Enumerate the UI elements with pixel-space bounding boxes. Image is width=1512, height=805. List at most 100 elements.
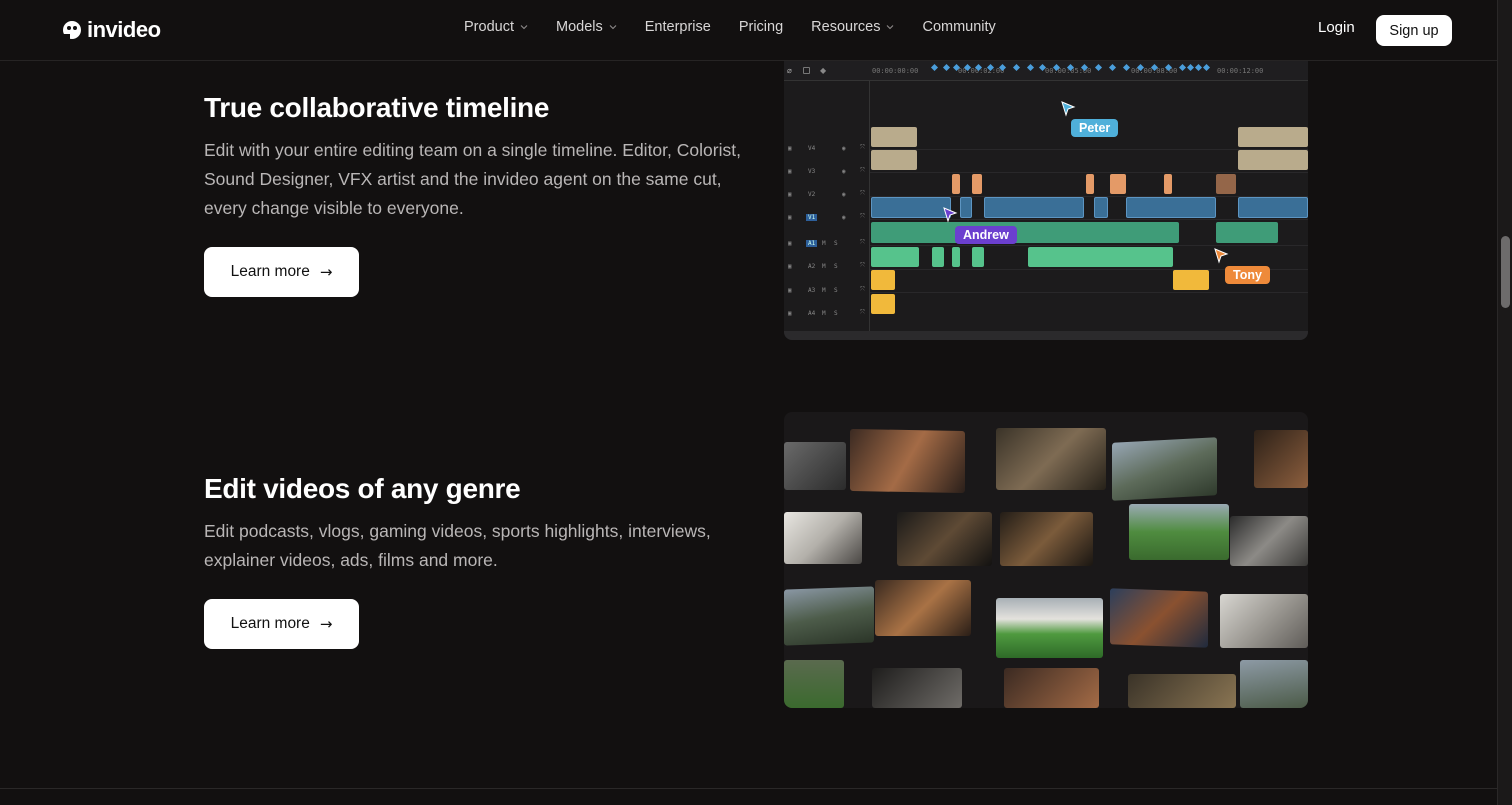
section-title-collaborative: True collaborative timeline [204, 92, 550, 123]
learn-more-button[interactable]: Learn more → [204, 247, 359, 297]
track-headers: ▣ V4 ◉ ⤧ ▣ V3 ◉ ⤧ ▣ V2 ◉ ⤧ ▣ V1 ◉ ⤧ ▣ A1 M S ⤧ ▣ A2 M S ⤧ ▣ A… [784, 81, 870, 331]
track-header-a1: ▣ A1 M S ⤧ [788, 239, 865, 247]
signup-button[interactable]: Sign up [1376, 15, 1452, 46]
thumbnail-product [872, 668, 962, 708]
timeline-clip [972, 247, 984, 267]
thumbnail-aerial [784, 586, 874, 646]
timeline-clip [1238, 127, 1308, 147]
timeline-clip [984, 197, 1084, 218]
timeline-clip [952, 247, 960, 267]
cursor-arrow-icon [943, 207, 958, 223]
nav-product-label: Product [464, 19, 514, 35]
track-header-v2: ▣ V2 ◉ ⤧ [788, 190, 865, 198]
timeline-clip [1216, 174, 1236, 194]
page-scrollbar[interactable] [1497, 0, 1512, 805]
timeline-clip [871, 270, 895, 290]
logo-text: invideo [87, 17, 161, 42]
login-link[interactable]: Login [1318, 19, 1355, 36]
thumbnail-portrait [1254, 430, 1308, 488]
chevron-down-icon [520, 23, 528, 31]
learn-more-label: Learn more [230, 263, 310, 280]
timeline-scrollbar[interactable] [784, 331, 1308, 340]
timeline-clip [960, 197, 972, 218]
learn-more-button[interactable]: Learn more → [204, 599, 359, 649]
track-header-a2: ▣ A2 M S ⤧ [788, 262, 865, 270]
timeline-clip [1126, 197, 1216, 218]
track-label: V3 [808, 167, 816, 175]
thumbnail-interview [897, 512, 992, 566]
thumbnail-sneakers [784, 442, 846, 490]
thumbnail-landscape [1112, 437, 1217, 501]
nav-links: Product Models Enterprise Pricing Resour… [464, 19, 996, 35]
timeline-clip [871, 150, 917, 170]
arrow-right-icon: → [319, 615, 333, 633]
track-label: V1 [806, 213, 818, 221]
ruler-time: 00:00:00:00 [872, 67, 919, 75]
timeline-clip [871, 247, 919, 267]
nav-enterprise[interactable]: Enterprise [645, 19, 711, 35]
timeline-clip [1086, 174, 1094, 194]
thumbnail-vlog [875, 580, 971, 636]
nav-pricing-label: Pricing [738, 19, 784, 35]
marker-icon: ◆ [820, 66, 827, 75]
logo-icon [62, 20, 82, 40]
nav-models[interactable]: Models [556, 19, 617, 35]
thumbnail-dinner [1004, 668, 1099, 708]
nav-models-label: Models [555, 19, 603, 35]
track-label: V4 [808, 144, 816, 152]
track-divider [870, 292, 1308, 293]
thumbnail-soccer [1129, 504, 1229, 560]
chevron-down-icon [609, 23, 617, 31]
collaborator-peter: Peter [1071, 119, 1119, 137]
thumbnail-sports [996, 598, 1103, 658]
timeline-clip [871, 294, 895, 314]
section-description-genre: Edit podcasts, vlogs, gaming videos, spo… [204, 521, 711, 570]
thumbnail-paperwork [1220, 594, 1308, 648]
cursor-arrow-icon [1214, 248, 1229, 264]
timeline-clip [1238, 150, 1308, 170]
learn-more-label: Learn more [230, 615, 310, 632]
timeline-clip [1028, 247, 1173, 267]
track-divider [870, 245, 1308, 246]
nav-pricing[interactable]: Pricing [739, 19, 783, 35]
arrow-right-icon: → [319, 263, 333, 281]
thumbnail-party [996, 428, 1106, 490]
snap-icon [803, 67, 810, 74]
nav-community[interactable]: Community [922, 19, 995, 35]
track-divider [870, 219, 1308, 220]
timeline-toolbar: ⌀ ◆ 00:00:00:00 00:00:02:00 00:00:05:00 … [784, 61, 1308, 81]
collaborative-timeline-preview: ⌀ ◆ 00:00:00:00 00:00:02:00 00:00:05:00 … [784, 61, 1308, 340]
thumbnail-documents [784, 512, 862, 564]
chevron-down-icon [886, 23, 894, 31]
ruler-time: 00:00:12:00 [1217, 67, 1264, 75]
thumbnail-restaurant [850, 428, 965, 494]
nav-resources[interactable]: Resources [811, 19, 894, 35]
timeline-clip [1164, 174, 1172, 194]
section-description-collaborative: Edit with your entire editing team on a … [204, 140, 741, 218]
thumbnail-valley [1240, 660, 1308, 708]
nav-product[interactable]: Product [464, 19, 528, 35]
track-header-a3: ▣ A3 M S ⤧ [788, 286, 865, 294]
track-label: A1 [806, 239, 818, 247]
timeline-clip [1238, 197, 1308, 218]
timeline-clip [1094, 197, 1108, 218]
timeline-ruler: 00:00:00:00 00:00:02:00 00:00:05:00 00:0… [870, 61, 1308, 81]
timeline-clip [1173, 270, 1209, 290]
scrollbar-thumb[interactable] [1501, 236, 1510, 308]
cursor-arrow-icon [1061, 101, 1076, 117]
timeline-clip [871, 197, 951, 218]
timeline-clip [952, 174, 960, 194]
thumbnail-event [1128, 674, 1236, 708]
track-label: A3 [808, 286, 816, 294]
nav-community-label: Community [922, 19, 996, 35]
invideo-logo[interactable]: invideo [62, 17, 161, 43]
track-divider [870, 172, 1308, 173]
thumbnail-skate [1110, 588, 1208, 648]
timeline-clip [1110, 174, 1126, 194]
collaborator-tony: Tony [1225, 266, 1270, 284]
collaborator-andrew: Andrew [955, 226, 1017, 244]
section-title-genre: Edit videos of any genre [204, 473, 521, 504]
track-label: V2 [808, 190, 816, 198]
thumbnail-football [784, 660, 844, 708]
track-header-v1: ▣ V1 ◉ ⤧ [788, 213, 865, 221]
